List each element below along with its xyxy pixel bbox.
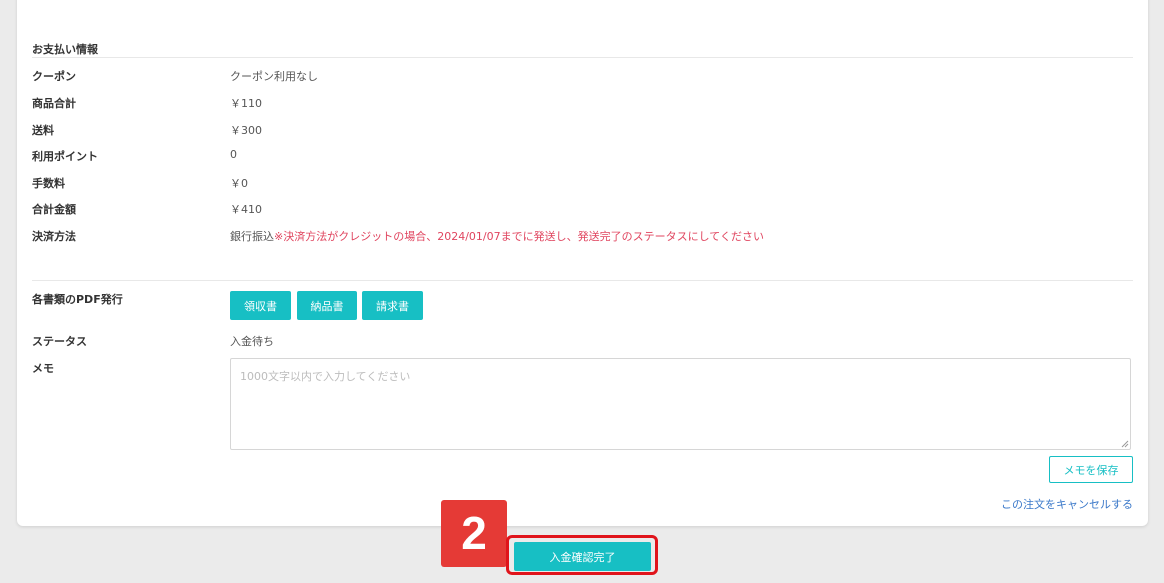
coupon-label: クーポン bbox=[32, 70, 76, 83]
coupon-value: クーポン利用なし bbox=[230, 70, 318, 83]
points-label: 利用ポイント bbox=[32, 150, 98, 163]
status-label: ステータス bbox=[32, 335, 87, 348]
payment-method-warning: ※決済方法がクレジットの場合、2024/01/07までに発送し、発送完了のステー… bbox=[274, 230, 764, 243]
total-value: ￥410 bbox=[230, 203, 262, 216]
receipt-pdf-button[interactable]: 領収書 bbox=[230, 291, 291, 320]
step-badge: 2 bbox=[441, 500, 507, 567]
subtotal-value: ￥110 bbox=[230, 97, 262, 110]
invoice-pdf-button[interactable]: 請求書 bbox=[362, 291, 423, 320]
total-label: 合計金額 bbox=[32, 203, 76, 216]
payment-method-value: 銀行振込※決済方法がクレジットの場合、2024/01/07までに発送し、発送完了… bbox=[230, 228, 764, 244]
subtotal-label: 商品合計 bbox=[32, 97, 76, 110]
pdf-issue-label: 各書類のPDF発行 bbox=[32, 293, 123, 306]
points-value: 0 bbox=[230, 148, 237, 161]
shipping-label: 送料 bbox=[32, 124, 54, 137]
payment-method-text: 銀行振込 bbox=[230, 230, 274, 243]
save-memo-button[interactable]: メモを保存 bbox=[1049, 456, 1133, 483]
resize-grip-icon[interactable] bbox=[1121, 440, 1129, 448]
status-value: 入金待ち bbox=[230, 335, 274, 348]
fee-value: ￥0 bbox=[230, 177, 248, 190]
payment-section-title: お支払い情報 bbox=[32, 43, 98, 56]
payment-method-label: 決済方法 bbox=[32, 230, 76, 243]
delivery-note-pdf-button[interactable]: 納品書 bbox=[297, 291, 357, 320]
fee-label: 手数料 bbox=[32, 177, 65, 190]
shipping-value: ￥300 bbox=[230, 124, 262, 137]
order-detail-card: お支払い情報 クーポン クーポン利用なし 商品合計 ￥110 送料 ￥300 利… bbox=[17, 0, 1148, 526]
section-divider bbox=[32, 280, 1133, 281]
section-divider bbox=[32, 57, 1133, 58]
payment-confirmed-button[interactable]: 入金確認完了 bbox=[514, 542, 651, 571]
cancel-order-link[interactable]: この注文をキャンセルする bbox=[1001, 496, 1133, 512]
memo-label: メモ bbox=[32, 362, 54, 375]
memo-textarea[interactable] bbox=[230, 358, 1131, 450]
